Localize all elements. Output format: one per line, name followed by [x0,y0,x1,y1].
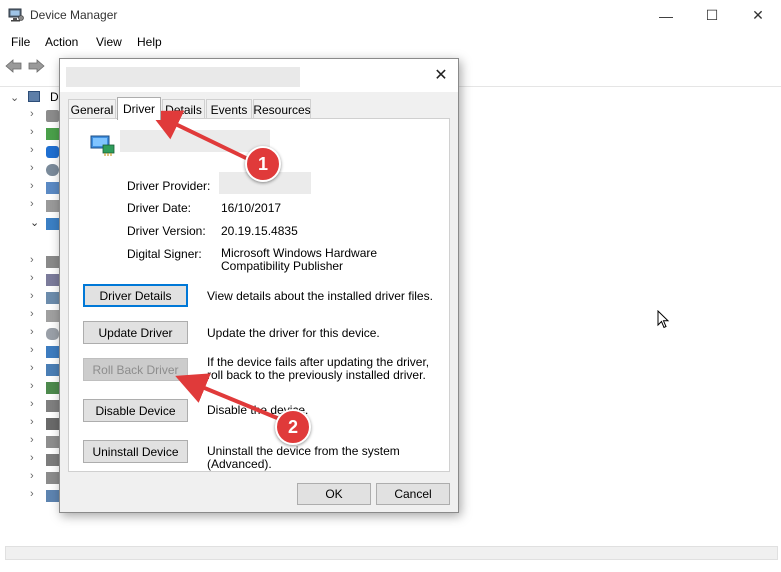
tree-row[interactable]: › [0,487,60,505]
maximize-button[interactable]: ☐ [689,0,735,31]
tab-events[interactable]: Events [206,99,252,119]
driver-details-description: View details about the installed driver … [207,289,433,303]
uninstall-device-button[interactable]: Uninstall Device [83,440,188,463]
tree-row[interactable]: › [0,289,60,307]
device-manager-icon [8,8,24,22]
tree-root-label[interactable]: D [50,90,59,104]
computer-icon [46,182,59,194]
display-adapter-icon [46,218,59,230]
tree-row[interactable]: › [0,361,60,379]
sound-icon [46,454,59,466]
display-adapter-icon [90,135,115,156]
window-title: Device Manager [30,8,118,22]
keyboard-icon [46,310,59,322]
device-properties-dialog: ✕ General Driver Details Events Resource… [59,58,459,513]
menu-bar: File Action View Help [0,31,781,53]
digital-signer-value: Microsoft Windows Hardware Compatibility… [221,246,378,273]
system-device-icon [46,490,59,502]
hid-icon [46,274,59,286]
driver-version-label: Driver Version: [127,224,206,238]
redacted-driver-provider [219,172,311,194]
tree-row[interactable]: › [0,469,60,487]
tree-row[interactable]: › [0,253,60,271]
maximize-icon: ☐ [705,7,719,23]
mouse-icon [46,328,59,340]
minimize-icon: — [659,7,673,24]
mouse-cursor-icon [657,310,670,329]
disable-device-button[interactable]: Disable Device [83,399,188,422]
cancel-button[interactable]: Cancel [376,483,450,505]
redacted-dialog-title [66,67,300,87]
tree-row[interactable]: › [0,271,60,289]
redacted-device-name [120,130,270,152]
menu-view[interactable]: View [96,35,122,49]
disk-drive-icon [46,200,59,212]
processor-icon [46,382,59,394]
roll-back-driver-description: If the device fails after updating the d… [207,355,430,382]
uninstall-device-description: Uninstall the device from the system (Ad… [207,444,400,471]
tree-row[interactable]: › [0,125,60,143]
bluetooth-icon [46,146,59,158]
driver-details-button[interactable]: Driver Details [83,284,188,307]
minimize-button[interactable]: — [643,0,689,31]
forward-arrow-icon[interactable] [27,59,45,73]
disable-device-description: Disable the device. [207,403,309,417]
tree-row[interactable]: › [0,379,60,397]
security-device-icon [46,418,59,430]
software-device-icon [46,436,59,448]
tree-row[interactable]: › [0,179,60,197]
ide-icon [46,292,59,304]
back-arrow-icon[interactable] [5,59,23,73]
roll-back-driver-button[interactable]: Roll Back Driver [83,358,188,381]
close-icon: ✕ [752,7,764,23]
driver-date-value: 16/10/2017 [221,201,282,215]
camera-icon [46,164,59,176]
driver-version-value: 20.19.15.4835 [221,224,298,238]
tree-row[interactable]: › [0,415,60,433]
update-driver-button[interactable]: Update Driver [83,321,188,344]
tab-details[interactable]: Details [162,99,205,119]
dialog-close-button[interactable]: ✕ [430,65,452,85]
tree-row[interactable]: ⌄ [0,215,60,233]
menu-action[interactable]: Action [45,35,78,49]
menu-help[interactable]: Help [137,35,162,49]
tree-row[interactable]: › [0,433,60,451]
driver-provider-label: Driver Provider: [127,179,211,193]
root-expand-chevron[interactable]: ⌄ [10,91,19,104]
close-icon: ✕ [434,67,448,84]
close-button[interactable]: ✕ [735,0,781,31]
driver-tab-panel: Driver Provider: Driver Date: 16/10/2017… [68,118,450,472]
tab-strip: General Driver Details Events Resources [68,97,450,120]
audio-icon [46,110,59,122]
tab-resources[interactable]: Resources [253,99,311,119]
dialog-title-bar: ✕ [60,59,458,92]
tree-row[interactable]: › [0,343,60,361]
status-bar [0,542,781,572]
print-queue-icon [46,400,59,412]
tree-row[interactable]: › [0,107,60,125]
storage-controller-icon [46,472,59,484]
monitor-icon [46,346,59,358]
ok-button[interactable]: OK [297,483,371,505]
network-adapter-icon [46,364,59,376]
computer-icon [28,91,40,102]
update-driver-description: Update the driver for this device. [207,326,380,340]
tree-row[interactable]: › [0,451,60,469]
battery-icon [46,128,59,140]
tree-row[interactable]: › [0,143,60,161]
tree-row[interactable]: › [0,397,60,415]
tree-row[interactable]: › [0,325,60,343]
tree-row[interactable]: › [0,161,60,179]
tree-row[interactable]: › [0,197,60,215]
tab-general[interactable]: General [68,99,116,119]
firmware-icon [46,256,59,268]
digital-signer-label: Digital Signer: [127,247,202,261]
title-bar: Device Manager — ☐ ✕ [0,0,781,31]
tab-driver[interactable]: Driver [117,97,161,120]
driver-date-label: Driver Date: [127,201,192,215]
menu-file[interactable]: File [11,35,30,49]
tree-row[interactable]: › [0,307,60,325]
